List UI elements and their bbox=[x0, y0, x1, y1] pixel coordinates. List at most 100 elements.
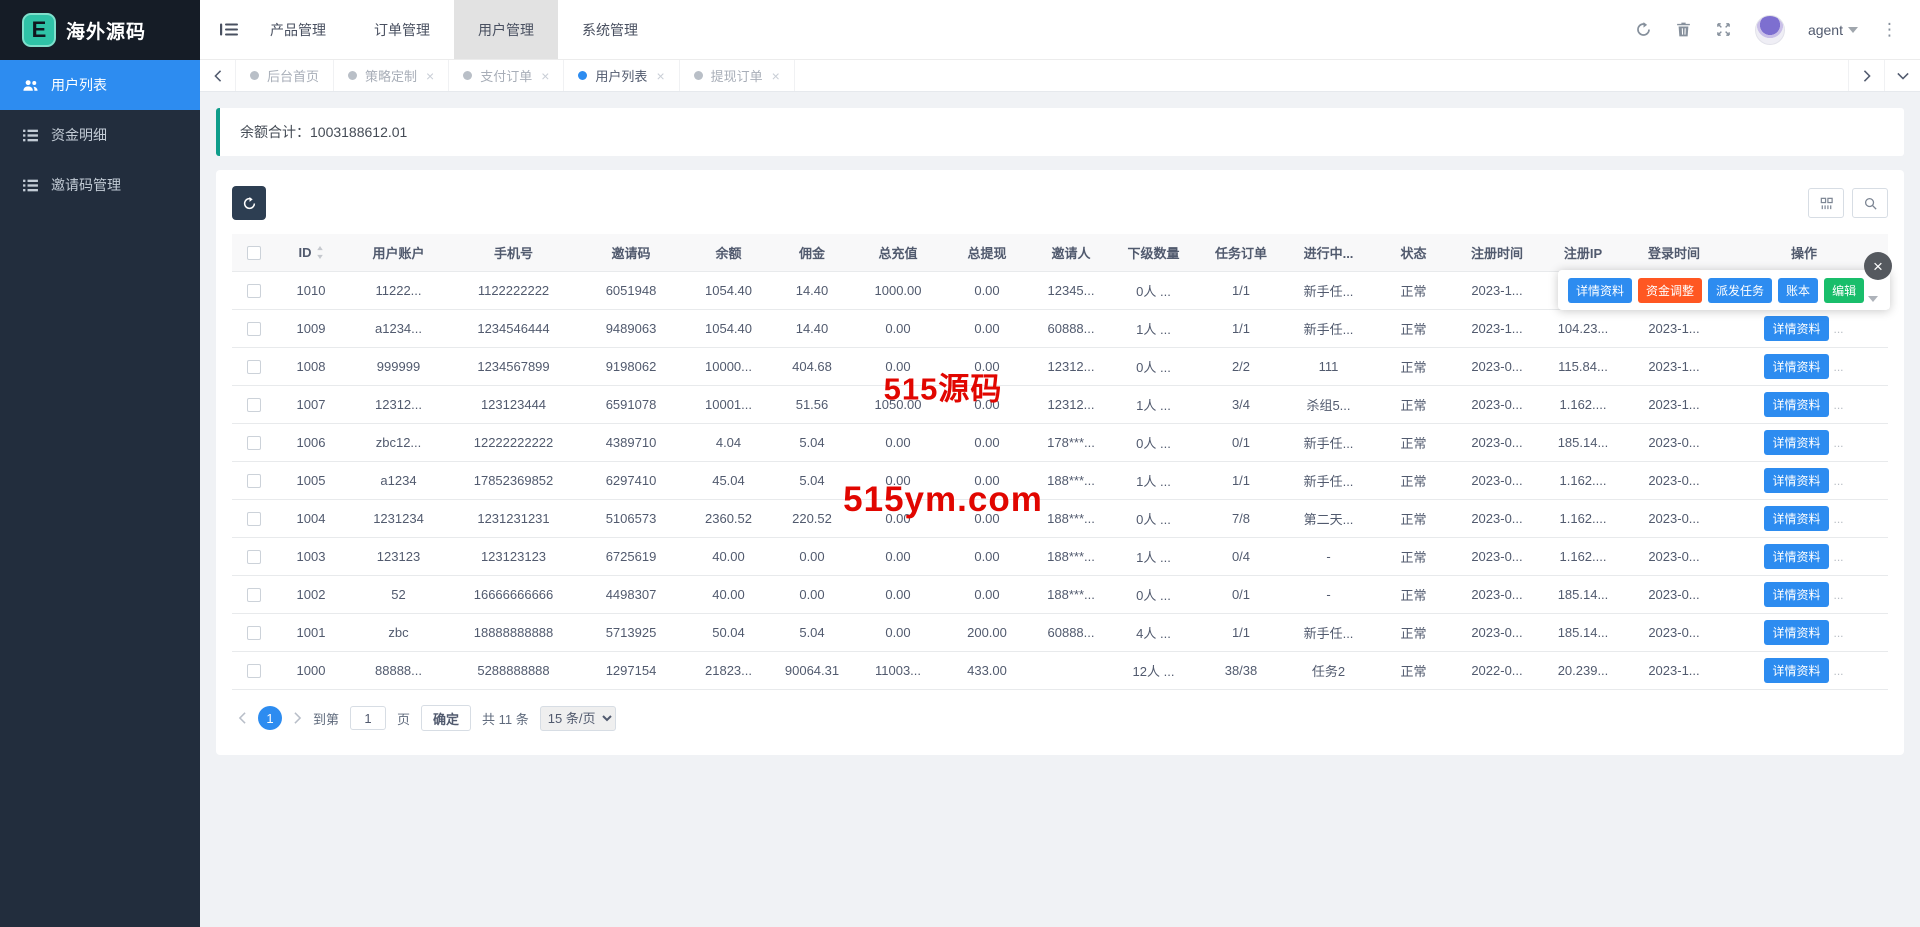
more-actions[interactable]: ... bbox=[1834, 322, 1844, 336]
cell-login_time: 2023-1... bbox=[1628, 663, 1720, 678]
row-checkbox[interactable] bbox=[247, 474, 261, 488]
topbar: 产品管理订单管理用户管理系统管理 agent ⋮ bbox=[200, 0, 1920, 60]
table-row: 1001zbc18888888888571392550.045.040.0020… bbox=[232, 614, 1888, 652]
cell-login_time: 2023-0... bbox=[1628, 511, 1720, 526]
avatar[interactable] bbox=[1755, 15, 1785, 45]
row-checkbox[interactable] bbox=[247, 550, 261, 564]
tabs-menu-toggle-icon[interactable] bbox=[1884, 60, 1920, 91]
cell-reg_ip: 1.162.... bbox=[1538, 511, 1628, 526]
popup-scroll-down-icon[interactable] bbox=[1868, 296, 1878, 302]
details-button[interactable]: 详情资料 bbox=[1764, 354, 1828, 379]
details-button[interactable]: 详情资料 bbox=[1764, 392, 1828, 417]
more-actions[interactable]: ... bbox=[1834, 512, 1844, 526]
tab-dot-icon bbox=[463, 71, 472, 80]
edit-button[interactable]: 编辑 bbox=[1824, 278, 1864, 303]
cell-subordinates: 0人 ... bbox=[1111, 433, 1196, 452]
tab-支付订单[interactable]: 支付订单× bbox=[449, 60, 564, 91]
popup-close-button[interactable]: × bbox=[1864, 252, 1892, 280]
cell-total_withdraw: 200.00 bbox=[943, 625, 1031, 640]
header-cell-ID[interactable]: ID bbox=[276, 245, 346, 260]
details-button[interactable]: 详情资料 bbox=[1764, 468, 1828, 493]
cell-total_withdraw: 0.00 bbox=[943, 359, 1031, 374]
tab-close-icon[interactable]: × bbox=[426, 69, 434, 83]
dispatch-task-button[interactable]: 派发任务 bbox=[1708, 278, 1772, 303]
cell-account: a1234 bbox=[346, 473, 451, 488]
row-checkbox[interactable] bbox=[247, 512, 261, 526]
row-checkbox[interactable] bbox=[247, 322, 261, 336]
tabs-scroll-right-icon[interactable] bbox=[1848, 60, 1884, 91]
tab-用户列表[interactable]: 用户列表× bbox=[564, 60, 679, 91]
row-checkbox[interactable] bbox=[247, 436, 261, 450]
sidebar-item-资金明细[interactable]: 资金明细 bbox=[0, 110, 200, 160]
more-actions[interactable]: ... bbox=[1834, 436, 1844, 450]
sidebar-item-用户列表[interactable]: 用户列表 bbox=[0, 60, 200, 110]
details-button[interactable]: 详情资料 bbox=[1764, 658, 1828, 683]
table-row: 100088888...5288888888129715421823...900… bbox=[232, 652, 1888, 690]
table-refresh-button[interactable] bbox=[232, 186, 266, 220]
more-actions[interactable]: ... bbox=[1834, 474, 1844, 488]
adjust-funds-button[interactable]: 资金调整 bbox=[1638, 278, 1702, 303]
columns-button[interactable] bbox=[1808, 188, 1844, 218]
more-actions[interactable]: ... bbox=[1834, 626, 1844, 640]
table-row: 1003123123123123123672561940.000.000.000… bbox=[232, 538, 1888, 576]
cell-status: 正常 bbox=[1371, 395, 1456, 414]
more-actions[interactable]: ... bbox=[1834, 550, 1844, 564]
prev-page-icon[interactable] bbox=[238, 712, 247, 724]
sort-carets-icon[interactable] bbox=[316, 246, 324, 259]
cell-inviter: 12345... bbox=[1031, 283, 1111, 298]
page-size-select[interactable]: 15 条/页 bbox=[540, 706, 616, 731]
details-button[interactable]: 详情资料 bbox=[1764, 316, 1828, 341]
row-select-cell bbox=[232, 398, 276, 412]
tabs-scroll-left-icon[interactable] bbox=[200, 60, 236, 91]
cell-id: 1003 bbox=[276, 549, 346, 564]
details-button[interactable]: 详情资料 bbox=[1764, 430, 1828, 455]
cell-total_recharge: 1050.00 bbox=[853, 397, 943, 412]
topnav-item-系统管理[interactable]: 系统管理 bbox=[558, 0, 662, 59]
search-zoom-button[interactable] bbox=[1852, 188, 1888, 218]
row-checkbox[interactable] bbox=[247, 626, 261, 640]
more-actions[interactable]: ... bbox=[1834, 588, 1844, 602]
row-checkbox[interactable] bbox=[247, 284, 261, 298]
next-page-icon[interactable] bbox=[293, 712, 302, 724]
tab-close-icon[interactable]: × bbox=[772, 69, 780, 83]
header-cell-总充值: 总充值 bbox=[853, 243, 943, 262]
tab-close-icon[interactable]: × bbox=[656, 69, 664, 83]
topnav-item-订单管理[interactable]: 订单管理 bbox=[350, 0, 454, 59]
cell-commission: 0.00 bbox=[771, 587, 853, 602]
details-button[interactable]: 详情资料 bbox=[1764, 544, 1828, 569]
user-menu[interactable]: agent bbox=[1808, 22, 1858, 38]
refresh-icon[interactable] bbox=[1635, 21, 1652, 38]
header-cell-下级数量: 下级数量 bbox=[1111, 243, 1196, 262]
cell-actions: 详情资料... bbox=[1720, 468, 1888, 493]
trash-icon[interactable] bbox=[1675, 21, 1692, 38]
row-select-cell bbox=[232, 322, 276, 336]
tab-提现订单[interactable]: 提现订单× bbox=[680, 60, 795, 91]
row-checkbox[interactable] bbox=[247, 360, 261, 374]
row-checkbox[interactable] bbox=[247, 398, 261, 412]
tab-后台首页[interactable]: 后台首页 bbox=[236, 60, 334, 91]
goto-page-input[interactable] bbox=[350, 706, 386, 730]
tab-close-icon[interactable]: × bbox=[541, 69, 549, 83]
fullscreen-icon[interactable] bbox=[1715, 21, 1732, 38]
tab-策略定制[interactable]: 策略定制× bbox=[334, 60, 449, 91]
table-header-row: ID用户账户手机号邀请码余额佣金总充值总提现邀请人下级数量任务订单进行中...状… bbox=[232, 234, 1888, 272]
select-all-checkbox[interactable] bbox=[247, 246, 261, 260]
sidebar-item-邀请码管理[interactable]: 邀请码管理 bbox=[0, 160, 200, 210]
more-actions[interactable]: ... bbox=[1834, 664, 1844, 678]
details-button[interactable]: 详情资料 bbox=[1764, 620, 1828, 645]
more-menu-icon[interactable]: ⋮ bbox=[1881, 20, 1898, 40]
more-actions[interactable]: ... bbox=[1834, 398, 1844, 412]
ledger-button[interactable]: 账本 bbox=[1778, 278, 1818, 303]
row-checkbox[interactable] bbox=[247, 588, 261, 602]
page-number-button[interactable]: 1 bbox=[258, 706, 282, 730]
topnav-item-用户管理[interactable]: 用户管理 bbox=[454, 0, 558, 59]
more-actions[interactable]: ... bbox=[1834, 360, 1844, 374]
topnav-item-产品管理[interactable]: 产品管理 bbox=[246, 0, 350, 59]
details-button[interactable]: 详情资料 bbox=[1764, 506, 1828, 531]
details-button[interactable]: 详情资料 bbox=[1764, 582, 1828, 607]
row-checkbox[interactable] bbox=[247, 664, 261, 678]
goto-confirm-button[interactable]: 确定 bbox=[421, 705, 471, 731]
sidebar-toggle-icon[interactable] bbox=[220, 22, 238, 37]
cell-total_recharge: 0.00 bbox=[853, 473, 943, 488]
details-button[interactable]: 详情资料 bbox=[1568, 278, 1632, 303]
